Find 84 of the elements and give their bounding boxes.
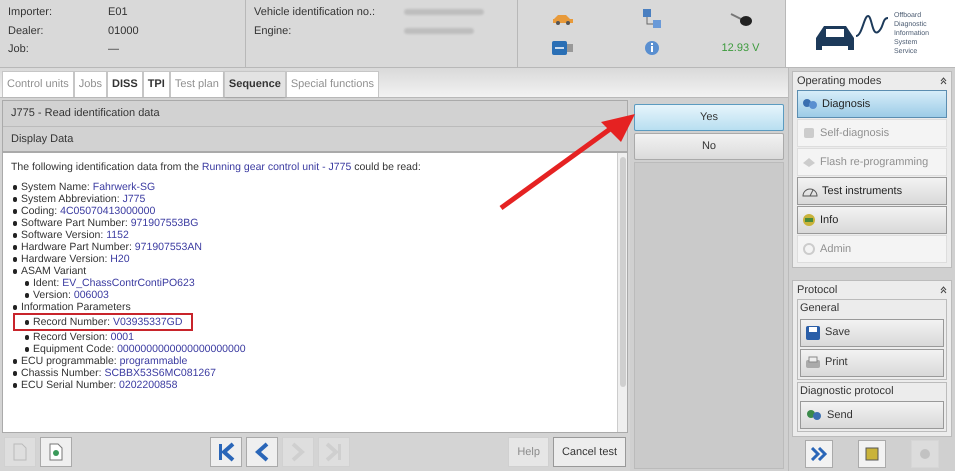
- bullet-icon: [13, 232, 17, 238]
- bullet-icon: [25, 292, 29, 298]
- bullet-icon: [13, 196, 17, 202]
- frame-icon: [864, 447, 879, 461]
- previous-icon: [255, 442, 269, 462]
- data-item: ASAM Variant: [21, 265, 86, 277]
- bullet-icon: [25, 334, 29, 340]
- first-page-button[interactable]: [210, 437, 242, 467]
- intro-text: The following identification data from the Running gear control unit - J775 could be read:: [11, 161, 422, 173]
- data-item: Record Number: V03935337GD: [33, 316, 182, 328]
- protocol-button[interactable]: Save: [800, 318, 944, 346]
- protocol-button[interactable]: Send: [800, 401, 944, 429]
- document-zoom-button[interactable]: [40, 437, 72, 467]
- data-item: Chassis Number: SCBBX53S6MC081267: [21, 367, 216, 379]
- section-title: Protocol: [797, 282, 838, 298]
- circle-icon: [918, 447, 932, 461]
- document-icon: [12, 443, 28, 461]
- tab[interactable]: Sequence: [224, 71, 286, 97]
- bullet-icon: [25, 346, 29, 352]
- tab[interactable]: TPI: [142, 71, 170, 97]
- collapse-icon[interactable]: [940, 77, 947, 85]
- data-item: Software Version: 1152: [21, 229, 129, 241]
- key-icon[interactable]: [728, 10, 752, 27]
- bullet-icon: [25, 280, 29, 286]
- section-title: Operating modes: [797, 74, 882, 89]
- field-value: E01: [108, 5, 128, 20]
- double-chevron-button[interactable]: [804, 440, 833, 468]
- usb-icon[interactable]: [550, 40, 574, 56]
- double-chevron-icon: [810, 447, 827, 461]
- first-page-icon: [217, 442, 235, 462]
- network-icon[interactable]: [640, 8, 662, 30]
- data-item: System Abbreviation: J775: [21, 193, 146, 205]
- field-value: 01000: [108, 24, 139, 38]
- link[interactable]: Running gear control unit - J775: [202, 161, 352, 173]
- previous-button[interactable]: [246, 437, 278, 467]
- data-item: Software Part Number: 971907553BG: [21, 217, 198, 229]
- data-item: Hardware Part Number: 971907553AN: [21, 241, 202, 253]
- group-title: Diagnostic protocol: [800, 384, 895, 398]
- toolbar-button[interactable]: Cancel test: [552, 437, 626, 467]
- collapse-icon[interactable]: [940, 286, 947, 294]
- mode-button[interactable]: Test instruments: [797, 177, 947, 205]
- bullet-icon: [13, 184, 17, 190]
- send-icon: [805, 408, 823, 422]
- field-label: Dealer:: [8, 24, 44, 38]
- field-label: Engine:: [254, 24, 292, 38]
- data-item: Version: 006003: [33, 289, 109, 301]
- field-value: —: [108, 42, 119, 57]
- group-title: General: [800, 301, 840, 316]
- bullet-icon: [13, 382, 17, 388]
- data-item: Information Parameters: [21, 301, 131, 313]
- bullet-icon: [13, 244, 17, 250]
- bullet-icon: [13, 358, 17, 364]
- answer-button[interactable]: Yes: [634, 104, 784, 131]
- data-item: Record Version: 0001: [33, 331, 134, 343]
- data-item: ECU Serial Number: 0202200858: [21, 379, 178, 391]
- battery-voltage: 12.93 V: [722, 41, 760, 56]
- bullet-icon: [13, 304, 17, 310]
- panel-subtitle: Display Data: [10, 132, 74, 146]
- data-item: Hardware Version: H20: [21, 253, 130, 265]
- bullet-icon: [13, 370, 17, 376]
- bullet-icon: [25, 320, 29, 324]
- data-item: ECU programmable: programmable: [21, 355, 188, 367]
- bullet-icon: [13, 256, 17, 262]
- data-item: System Name: Fahrwerk-SG: [21, 181, 156, 193]
- document-zoom-icon: [48, 443, 64, 461]
- bullet-icon: [13, 208, 17, 214]
- bullet-icon: [13, 220, 17, 226]
- printer-icon: [805, 356, 821, 370]
- field-label: Job:: [8, 42, 30, 57]
- protocol-button[interactable]: Print: [800, 348, 944, 376]
- data-item: Coding: 4C05070413000000: [21, 205, 156, 217]
- field-label: Vehicle identification no.:: [254, 5, 376, 20]
- mode-button[interactable]: Info: [797, 206, 947, 234]
- answer-button[interactable]: No: [634, 133, 784, 160]
- bullet-icon: [13, 268, 17, 274]
- frame-button[interactable]: [858, 440, 886, 468]
- scrollbar[interactable]: [617, 153, 627, 432]
- data-item: Ident: EV_ChassContrContiPO623: [33, 277, 195, 289]
- mode-button[interactable]: Diagnosis: [797, 90, 947, 118]
- blurred-value: [404, 28, 474, 34]
- tab[interactable]: DISS: [107, 71, 143, 97]
- scrollbar-thumb[interactable]: [620, 157, 626, 387]
- field-label: Importer:: [8, 5, 54, 20]
- data-item: Equipment Code: 0000000000000000000000: [33, 343, 246, 355]
